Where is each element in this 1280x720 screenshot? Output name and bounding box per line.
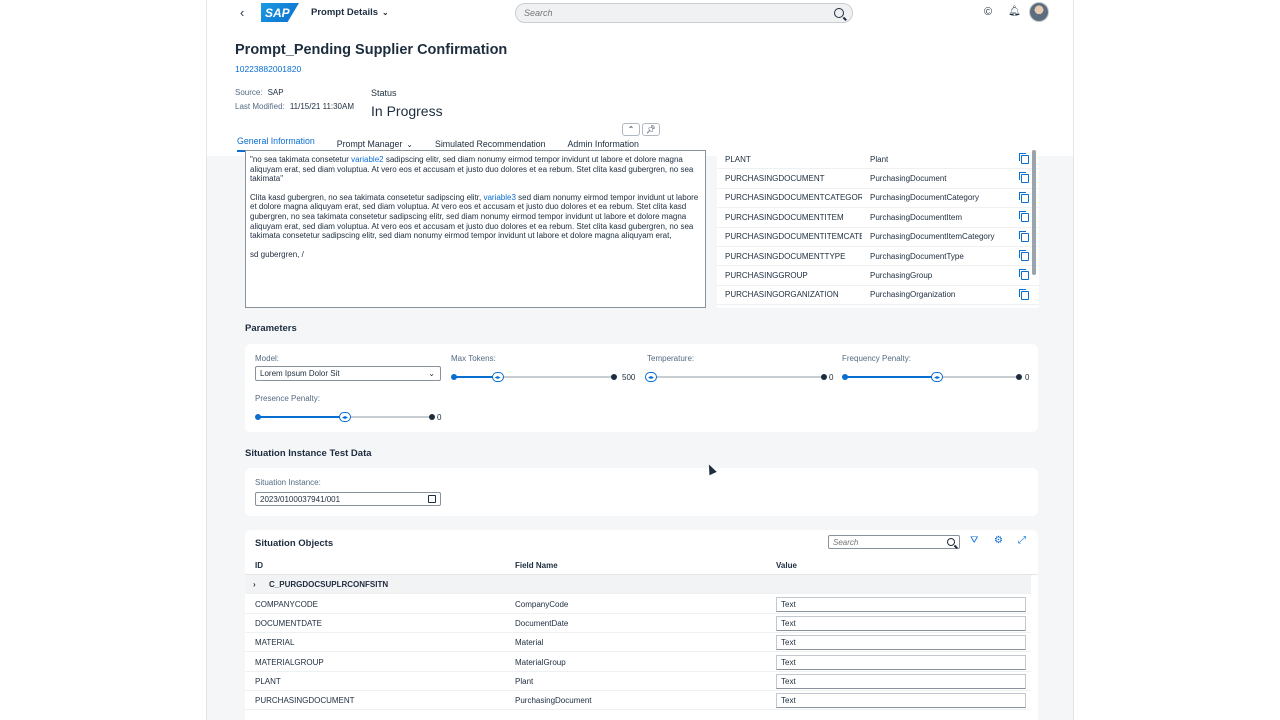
search-input[interactable] — [524, 8, 834, 18]
filter-icon[interactable]: ⛛ — [970, 535, 978, 546]
situation-instance-label: Situation Instance: — [255, 478, 321, 487]
value-input[interactable]: Text — [776, 635, 1026, 650]
model-label: Model: — [255, 354, 280, 363]
chevron-right-icon[interactable]: › — [253, 580, 256, 589]
list-item[interactable]: PURCHASINGDOCUMENTITEMCATEGORYPurchasing… — [717, 228, 1039, 247]
variable-field-list: PLANT Plant PURCHASINGDOCUMENT PurchasingD… — [717, 150, 1039, 308]
column-header-value: Value — [776, 561, 797, 570]
temperature-slider[interactable]: ◂▸ — [645, 371, 827, 383]
frequency-penalty-value: 0 — [1025, 373, 1030, 382]
parameters-title: Parameters — [245, 323, 297, 334]
presence-penalty-slider[interactable]: ◂▸ — [255, 411, 435, 423]
presence-penalty-label: Presence Penalty: — [255, 394, 320, 403]
notification-bell-icon[interactable]: 🔔︎ — [1008, 6, 1021, 17]
copy-icon[interactable] — [1019, 288, 1029, 300]
status-label: Status — [371, 88, 397, 98]
table-row[interactable]: DOCUMENTDATE DocumentDate Text — [245, 614, 1031, 634]
list-item[interactable]: PURCHASINGDOCUMENTITEM PurchasingDocument… — [717, 208, 1039, 228]
last-modified-field: Last Modified: 11/15/21 11:30AM — [235, 102, 355, 111]
list-item[interactable]: PURCHASINGDOCUMENTTYPE PurchasingDocument… — [717, 247, 1039, 267]
column-header-field-name: Field Name — [515, 561, 558, 570]
status-value: In Progress — [371, 103, 443, 119]
value-input[interactable]: Text — [776, 693, 1026, 708]
value-input[interactable]: Text — [776, 616, 1026, 631]
copy-icon[interactable] — [1019, 249, 1029, 261]
value-input[interactable]: Text — [776, 674, 1026, 689]
slider-handle[interactable]: ◂▸ — [645, 372, 657, 382]
slider-handle[interactable]: ◂▸ — [931, 372, 944, 382]
object-header: Prompt_Pending Supplier Confirmation 102… — [207, 26, 1073, 156]
chevron-down-icon: ⌄ — [428, 369, 435, 378]
table-search[interactable] — [828, 535, 960, 549]
test-data-title: Situation Instance Test Data — [245, 448, 372, 459]
situation-objects-table: Situation Objects ⛛ ⚙ ⤢ ID Field Name Va… — [245, 530, 1038, 720]
copilot-icon[interactable]: © — [984, 6, 992, 18]
page-title: Prompt_Pending Supplier Confirmation — [235, 42, 508, 58]
list-scrollbar[interactable] — [1032, 150, 1036, 275]
value-input[interactable]: Text — [776, 597, 1026, 612]
header-controls: ⌃ 📌︎ — [622, 123, 660, 136]
max-tokens-value: 500 — [622, 373, 636, 382]
list-item[interactable]: PURCHASINGGROUP PurchasingGroup — [717, 266, 1039, 286]
list-item[interactable]: PURCHASINGORGANIZATION PurchasingOrganiza… — [717, 286, 1039, 306]
shell-bar: ‹ SAP Prompt Details ⌄ © 🔔︎ — [207, 0, 1073, 26]
copy-icon[interactable] — [1019, 153, 1029, 164]
table-row[interactable]: COMPANYCODE CompanyCode Text — [245, 595, 1031, 615]
prompt-text-area[interactable]: "no sea takimata consetetur variable2 sa… — [245, 150, 706, 308]
frequency-penalty-label: Frequency Penalty: — [842, 354, 911, 363]
table-row[interactable]: MATERIALGROUP MaterialGroup Text — [245, 653, 1031, 673]
value-help-icon[interactable] — [428, 495, 436, 503]
user-avatar[interactable] — [1029, 2, 1049, 22]
test-data-card: Situation Instance: 2023/0100037941/001 — [245, 468, 1038, 516]
variable-token[interactable]: variable2 — [351, 155, 383, 164]
global-search[interactable] — [515, 3, 853, 23]
table-search-input[interactable] — [833, 537, 947, 547]
frequency-penalty-slider[interactable]: ◂▸ — [842, 371, 1022, 383]
table-row[interactable]: PLANT Plant Text — [245, 672, 1031, 692]
temperature-value: 0 — [829, 373, 834, 382]
table-group-row[interactable]: › C_PURGDOCSUPLRCONFSITN — [245, 575, 1031, 595]
slider-handle[interactable]: ◂▸ — [339, 412, 351, 422]
search-icon[interactable] — [947, 538, 955, 546]
column-header-id: ID — [255, 561, 263, 570]
list-item[interactable]: PURCHASINGDOCUMENTCATEGORY PurchasingDocu… — [717, 189, 1039, 209]
slider-handle[interactable]: ◂▸ — [491, 372, 504, 382]
copy-icon[interactable] — [1019, 191, 1029, 203]
sap-logo[interactable]: SAP — [261, 3, 299, 22]
table-row[interactable]: MATERIAL Material Text — [245, 633, 1031, 653]
chevron-down-icon: ⌄ — [406, 139, 413, 149]
table-row[interactable]: PURCHASINGDOCUMENT PurchasingDocument Text — [245, 691, 1031, 711]
app-title-menu[interactable]: Prompt Details ⌄ — [311, 7, 389, 18]
copy-icon[interactable] — [1019, 269, 1029, 281]
pin-header-icon[interactable]: 📌︎ — [642, 123, 660, 136]
app-title: Prompt Details — [311, 7, 379, 18]
object-id-link[interactable]: 10223882001820 — [235, 64, 301, 74]
collapse-header-icon[interactable]: ⌃ — [622, 123, 640, 136]
max-tokens-slider[interactable]: ◂▸ — [451, 371, 617, 383]
table-header: ID Field Name Value — [245, 556, 1038, 575]
max-tokens-label: Max Tokens: — [451, 354, 496, 363]
presence-penalty-value: 0 — [437, 413, 442, 422]
variable-token[interactable]: variable3 — [483, 193, 515, 202]
fullscreen-icon[interactable]: ⤢ — [1018, 535, 1026, 546]
parameters-card: Model: Lorem Ipsum Dolor Sit ⌄ Max Token… — [245, 344, 1038, 432]
situation-instance-input[interactable]: 2023/0100037941/001 — [255, 492, 441, 506]
source-field: Source: SAP — [235, 88, 284, 97]
chevron-down-icon: ⌄ — [382, 8, 389, 17]
list-item[interactable]: PLANT Plant — [717, 150, 1039, 170]
app-window: ‹ SAP Prompt Details ⌄ © 🔔︎ Prompt_Pendi… — [206, 0, 1074, 720]
copy-icon[interactable] — [1019, 230, 1029, 242]
settings-gear-icon[interactable]: ⚙ — [994, 535, 1003, 546]
copy-icon[interactable] — [1019, 211, 1029, 223]
table-title: Situation Objects — [255, 538, 334, 549]
list-item[interactable]: PURCHASINGDOCUMENT PurchasingDocument — [717, 169, 1039, 189]
search-icon[interactable] — [834, 8, 844, 18]
model-select[interactable]: Lorem Ipsum Dolor Sit ⌄ — [255, 366, 441, 381]
value-input[interactable]: Text — [776, 655, 1026, 670]
back-icon[interactable]: ‹ — [240, 5, 244, 20]
temperature-label: Temperature: — [647, 354, 695, 363]
copy-icon[interactable] — [1019, 172, 1029, 184]
